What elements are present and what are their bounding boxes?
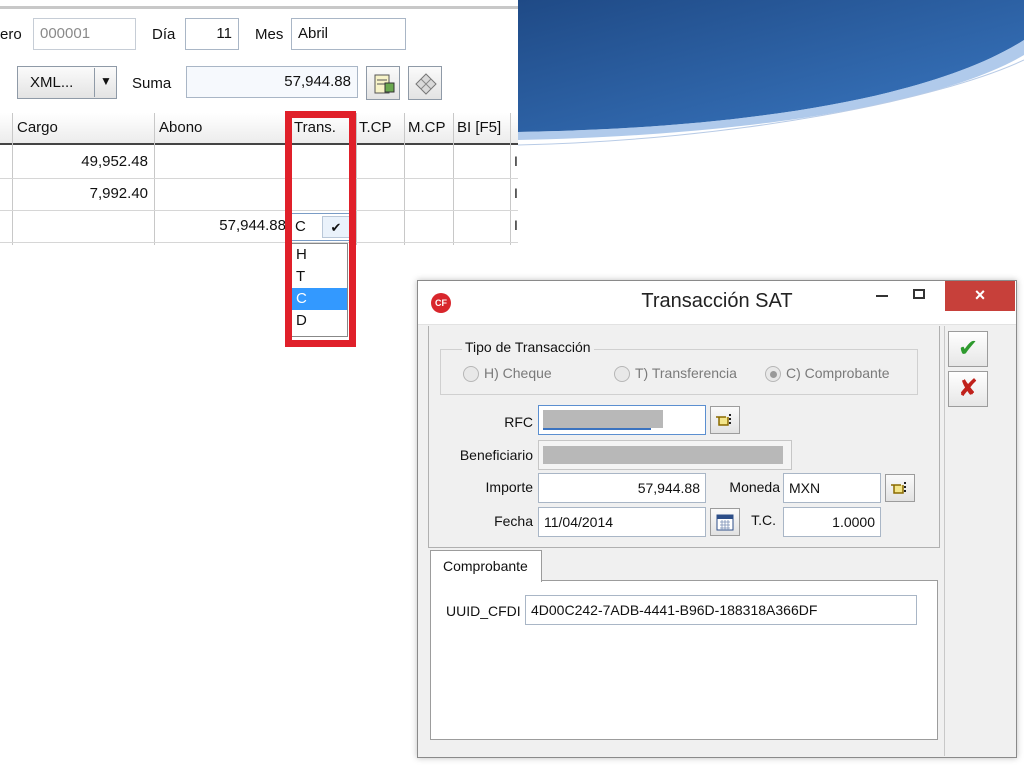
moneda-lookup-button[interactable] bbox=[885, 474, 915, 502]
header-tcp[interactable]: T.CP bbox=[359, 119, 392, 136]
close-button[interactable]: × bbox=[945, 281, 1015, 311]
moneda-label: Moneda bbox=[729, 479, 780, 495]
tc-field[interactable]: 1.0000 bbox=[783, 507, 881, 537]
mes-field[interactable]: Abril bbox=[291, 18, 406, 50]
pointing-hand-icon bbox=[891, 482, 906, 494]
row-marker: I bbox=[514, 185, 518, 201]
col-sep bbox=[404, 113, 405, 245]
highlight-box bbox=[285, 111, 356, 347]
cell-cargo[interactable]: 49,952.48 bbox=[12, 153, 148, 170]
row-divider bbox=[0, 242, 518, 243]
col-sep bbox=[356, 113, 357, 245]
radio-transferencia[interactable] bbox=[614, 366, 630, 382]
pattern-button[interactable] bbox=[408, 66, 442, 100]
beneficiario-label: Beneficiario bbox=[459, 447, 533, 463]
numero-label: ero bbox=[0, 26, 22, 43]
beneficiario-field bbox=[538, 440, 792, 470]
notes-button[interactable] bbox=[366, 66, 400, 100]
suma-label: Suma bbox=[132, 75, 172, 92]
importe-label: Importe bbox=[485, 479, 533, 495]
decorative-swoosh bbox=[518, 0, 1024, 146]
accept-button[interactable]: ✔ bbox=[948, 331, 988, 367]
calendar-icon bbox=[716, 514, 734, 531]
cell-cargo[interactable]: 7,992.40 bbox=[12, 185, 148, 202]
form-top-border bbox=[0, 6, 520, 9]
dia-label: Día bbox=[152, 26, 176, 43]
redacted-text bbox=[543, 410, 663, 428]
rfc-label: RFC bbox=[504, 414, 533, 430]
rfc-field[interactable] bbox=[538, 405, 706, 435]
tab-join bbox=[431, 580, 541, 582]
col-sep bbox=[510, 113, 511, 245]
dialog-titlebar: CF Transacción SAT × bbox=[418, 281, 1016, 325]
dialog-title: Transacción SAT bbox=[641, 290, 793, 312]
radio-cheque[interactable] bbox=[463, 366, 479, 382]
transaccion-sat-dialog: CF Transacción SAT × Tipo de Transacción… bbox=[417, 280, 1017, 758]
notepad-icon bbox=[374, 74, 395, 94]
importe-field[interactable]: 57,944.88 bbox=[538, 473, 706, 503]
text-selection-underline bbox=[543, 428, 651, 430]
radio-comprobante[interactable] bbox=[765, 366, 781, 382]
moneda-field[interactable]: MXN bbox=[783, 473, 881, 503]
row-marker: I bbox=[514, 217, 518, 233]
xml-divider bbox=[94, 68, 95, 97]
tab-comprobante[interactable]: Comprobante bbox=[430, 550, 542, 582]
row-divider bbox=[0, 210, 518, 211]
col-sep bbox=[12, 113, 13, 245]
numero-field[interactable]: 000001 bbox=[33, 18, 136, 50]
xml-dropdown[interactable]: XML... ▼ bbox=[17, 66, 117, 99]
radio-cheque-label: H) Cheque bbox=[484, 365, 552, 381]
maximize-icon[interactable] bbox=[913, 289, 925, 299]
col-sep bbox=[453, 113, 454, 245]
group-label: Tipo de Transacción bbox=[462, 339, 594, 355]
rfc-lookup-button[interactable] bbox=[710, 406, 740, 434]
uuid-field[interactable]: 4D00C242-7ADB-4441-B96D-188318A366DF bbox=[525, 595, 917, 625]
header-cargo[interactable]: Cargo bbox=[17, 119, 58, 136]
checkmark-icon: ✔ bbox=[957, 335, 979, 362]
tc-label: T.C. bbox=[751, 512, 776, 528]
mes-label: Mes bbox=[255, 26, 284, 43]
radio-transferencia-label: T) Transferencia bbox=[635, 365, 737, 381]
uuid-label: UUID_CFDI bbox=[446, 603, 521, 619]
suma-field: 57,944.88 bbox=[186, 66, 358, 98]
header-mcp[interactable]: M.CP bbox=[408, 119, 446, 136]
radio-comprobante-label: C) Comprobante bbox=[786, 365, 890, 381]
header-abono[interactable]: Abono bbox=[159, 119, 202, 136]
grid-pattern-icon bbox=[415, 73, 437, 95]
xml-label: XML... bbox=[30, 74, 74, 91]
redacted-text bbox=[543, 446, 783, 464]
cancel-button[interactable]: ✘ bbox=[948, 371, 988, 407]
x-icon: ✘ bbox=[957, 375, 979, 402]
fecha-label: Fecha bbox=[494, 513, 533, 529]
header-bi[interactable]: BI [F5] bbox=[457, 119, 501, 136]
fecha-field[interactable]: 11/04/2014 bbox=[538, 507, 706, 537]
pointing-hand-icon bbox=[716, 414, 731, 426]
dia-field[interactable]: 11 bbox=[185, 18, 239, 50]
minimize-icon[interactable] bbox=[876, 295, 888, 297]
row-divider bbox=[0, 178, 518, 179]
cell-abono[interactable]: 57,944.88 bbox=[154, 217, 286, 234]
chevron-down-icon: ▼ bbox=[100, 74, 112, 88]
